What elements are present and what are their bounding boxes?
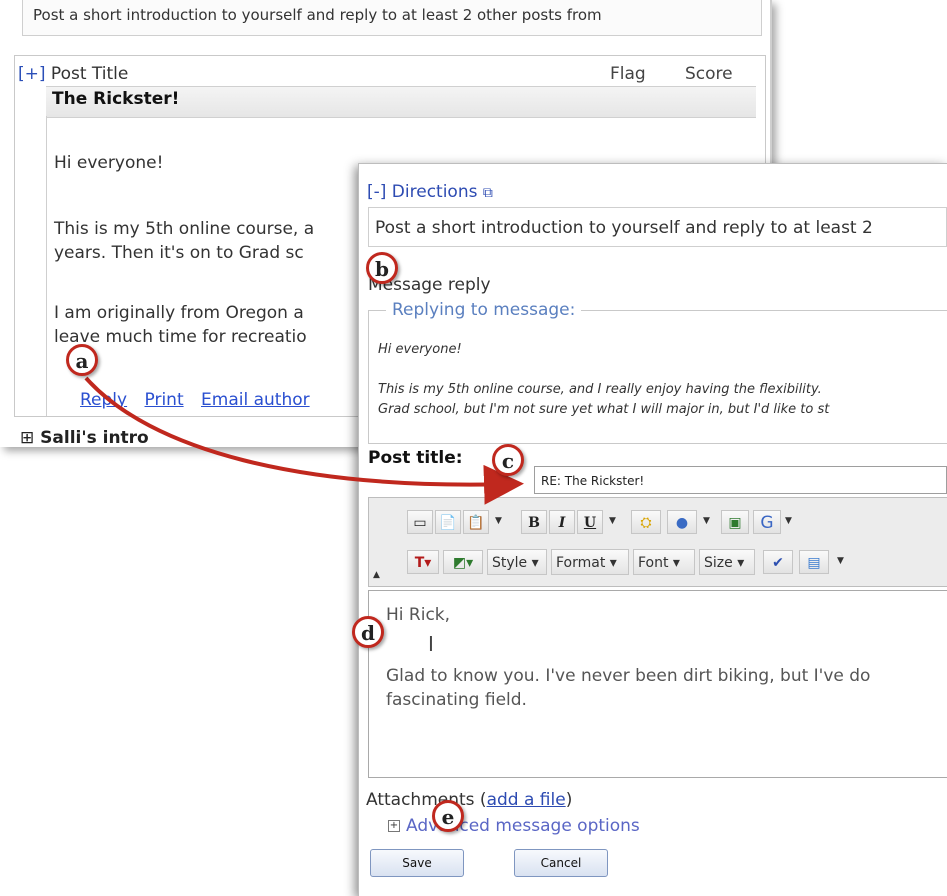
callout-arrow — [84, 376, 524, 505]
callout-marker-c: c — [492, 444, 524, 476]
callout-marker-a: a — [66, 344, 98, 376]
callout-marker-e: e — [432, 800, 464, 832]
callout-marker-b: b — [366, 252, 398, 284]
callout-marker-d: d — [352, 616, 384, 648]
callout-arrow-path — [84, 376, 524, 505]
